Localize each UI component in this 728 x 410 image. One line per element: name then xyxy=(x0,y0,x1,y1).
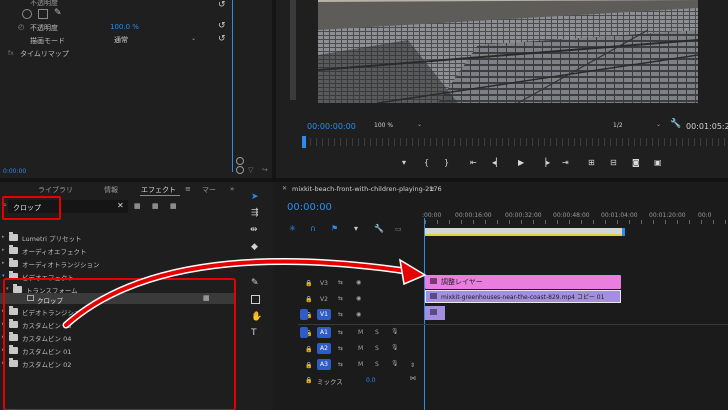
drag-arrow-annotation xyxy=(62,257,427,329)
